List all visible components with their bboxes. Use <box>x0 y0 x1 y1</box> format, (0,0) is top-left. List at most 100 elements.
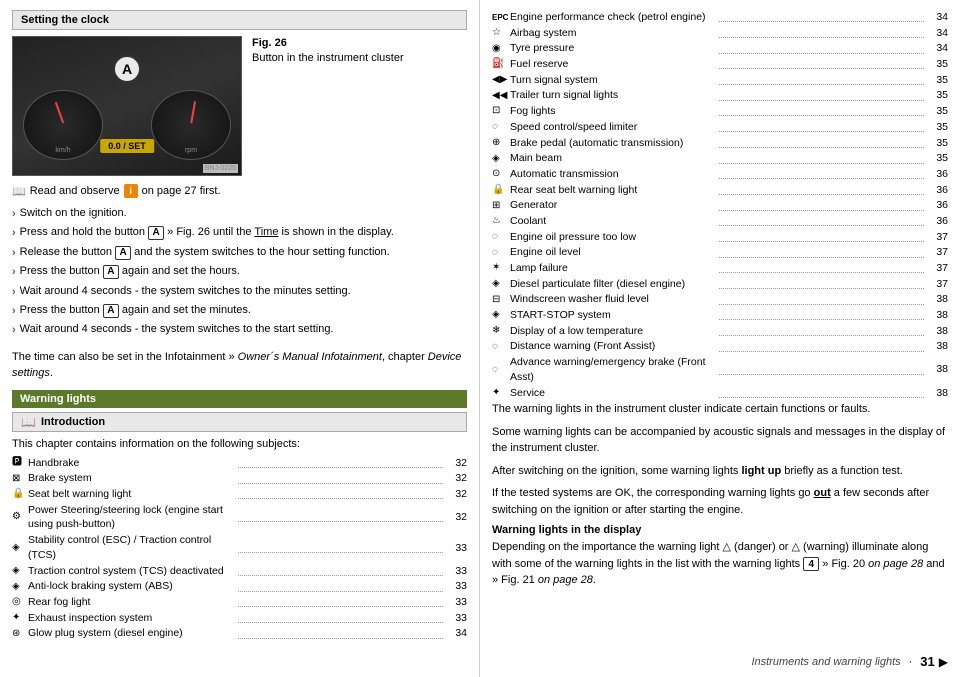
toc-coolant: ♨ Coolant 36 <box>492 214 948 229</box>
toc-trailer-turn: ◀◀ Trailer turn signal lights 35 <box>492 88 948 103</box>
right-toc-page: 37 <box>928 245 948 260</box>
tyre-icon: ◉ <box>492 42 510 56</box>
toc-label: Exhaust inspection system <box>28 611 234 626</box>
toc-item-power-steering: ⚙ Power Steering/steering lock (engine s… <box>12 503 467 532</box>
toc-distance-warn: ◌ Distance warning (Front Assist) 38 <box>492 339 948 354</box>
washer-icon: ⊟ <box>492 293 510 307</box>
advance-warn-icon: ◌ <box>492 363 510 377</box>
distance-warn-icon: ◌ <box>492 340 510 354</box>
esc-icon: ◈ <box>12 541 28 555</box>
brake-icon: ⊠ <box>12 472 28 486</box>
right-toc-dots <box>719 106 924 116</box>
toc-label: Power Steering/steering lock (engine sta… <box>28 503 234 532</box>
toc-advance-warn: ◌ Advance warning/emergency brake (Front… <box>492 355 948 384</box>
trailer-turn-icon: ◀◀ <box>492 89 510 103</box>
toc-dots <box>238 474 444 484</box>
right-toc-label: Turn signal system <box>510 73 715 88</box>
toc-label: Handbrake <box>28 456 234 471</box>
right-toc-label: Rear seat belt warning light <box>510 183 715 198</box>
right-toc-label: Tyre pressure <box>510 41 715 56</box>
right-toc-dots <box>719 295 924 305</box>
instruction-4: › Press the button A again and set the h… <box>12 264 467 280</box>
left-panel: Setting the clock km/h rpm 0.0 / SET <box>0 0 480 677</box>
oil-pressure-icon: ◌ <box>492 230 510 244</box>
right-toc-page: 35 <box>928 104 948 119</box>
toc-label: Seat belt warning light <box>28 487 234 502</box>
right-toc-label: Engine oil pressure too low <box>510 230 715 245</box>
right-toc-label: Advance warning/emergency brake (Front A… <box>510 355 715 384</box>
arrow-4: › <box>12 265 16 280</box>
toc-page: 32 <box>447 510 467 525</box>
toc-dots <box>238 566 444 576</box>
toc-dots <box>238 543 444 553</box>
right-toc-page: 36 <box>928 198 948 213</box>
right-toc-label: Brake pedal (automatic transmission) <box>510 136 715 151</box>
toc-item-handbrake: 🅿 Handbrake 32 <box>12 456 467 471</box>
book-icon-intro: 📖 <box>21 415 36 429</box>
seatbelt-icon: 🔒 <box>12 487 28 501</box>
read-observe-text: Read and observe <box>30 185 120 197</box>
rear-fog-icon: ◎ <box>12 595 28 609</box>
info-badge: i <box>124 184 138 198</box>
right-toc-page: 37 <box>928 277 948 292</box>
right-toc-dots <box>719 12 924 22</box>
toc-fuel: ⛽ Fuel reserve 35 <box>492 57 948 72</box>
page-ref: on page 27 first. <box>142 185 221 197</box>
abs-icon: ◈ <box>12 580 28 594</box>
toc-oil-level: ◌ Engine oil level 37 <box>492 245 948 260</box>
toc-generator: ⊞ Generator 36 <box>492 198 948 213</box>
instruction-6: › Press the button A again and set the m… <box>12 303 467 319</box>
right-toc-label: Lamp failure <box>510 261 715 276</box>
toc-page: 33 <box>447 611 467 626</box>
right-toc-page: 38 <box>928 308 948 323</box>
toc-page: 33 <box>447 579 467 594</box>
right-toc-label: Service <box>510 386 715 401</box>
right-toc-label: Airbag system <box>510 26 715 41</box>
right-toc-page: 36 <box>928 167 948 182</box>
right-toc-dots <box>719 169 924 179</box>
right-toc-page: 35 <box>928 88 948 103</box>
toc-label: Traction control system (TCS) deactivate… <box>28 564 234 579</box>
warning-in-display-header: Warning lights in the display <box>492 524 948 536</box>
right-toc-page: 38 <box>928 362 948 377</box>
right-toc-label: Generator <box>510 198 715 213</box>
toc-epc: EPC Engine performance check (petrol eng… <box>492 10 948 25</box>
right-toc-dots <box>719 28 924 38</box>
dpf-icon: ◈ <box>492 277 510 291</box>
book-icon: 📖 <box>12 185 26 198</box>
right-toc-label: Main beam <box>510 151 715 166</box>
toc-item-seatbelt: 🔒 Seat belt warning light 32 <box>12 487 467 502</box>
brake-pedal-icon: ⊕ <box>492 136 510 150</box>
right-toc-page: 35 <box>928 136 948 151</box>
toc-item-brake: ⊠ Brake system 32 <box>12 471 467 486</box>
right-toc-dots <box>719 154 924 164</box>
arrow-1: › <box>12 207 16 222</box>
generator-icon: ⊞ <box>492 199 510 213</box>
instruction-2: › Press and hold the button A » Fig. 26 … <box>12 225 467 241</box>
right-toc-page: 38 <box>928 386 948 401</box>
toc-service: ✦ Service 38 <box>492 386 948 401</box>
toc-page: 32 <box>447 487 467 502</box>
toc-airbag: ☆ Airbag system 34 <box>492 26 948 41</box>
arrow-2: › <box>12 226 16 241</box>
right-toc-dots <box>719 388 924 398</box>
right-toc-label: Engine oil level <box>510 245 715 260</box>
toc-item-exhaust: ✦ Exhaust inspection system 33 <box>12 611 467 626</box>
toc-speed-control: ◌ Speed control/speed limiter 35 <box>492 120 948 135</box>
toc-item-glow-plug: ⊛ Glow plug system (diesel engine) 34 <box>12 626 467 641</box>
service-icon: ✦ <box>492 386 510 400</box>
arrow-5: › <box>12 285 16 300</box>
instruction-1: › Switch on the ignition. <box>12 206 467 222</box>
instr-text-7: Wait around 4 seconds - the system switc… <box>20 322 334 337</box>
toc-page: 33 <box>447 564 467 579</box>
footer-page-number: 31 <box>920 654 934 669</box>
instructions-list: › Switch on the ignition. › Press and ho… <box>12 206 467 339</box>
speed-control-icon: ◌ <box>492 120 510 134</box>
instr-text-6: Press the button A again and set the min… <box>20 303 251 318</box>
auto-trans-icon: ⊙ <box>492 167 510 181</box>
toc-label: Stability control (ESC) / Traction contr… <box>28 533 234 562</box>
warning-lights-header: Warning lights <box>12 390 467 408</box>
cluster-a-label: A <box>113 55 141 83</box>
toc-start-stop: ◈ START-STOP system 38 <box>492 308 948 323</box>
intro-label: Introduction <box>41 416 105 428</box>
